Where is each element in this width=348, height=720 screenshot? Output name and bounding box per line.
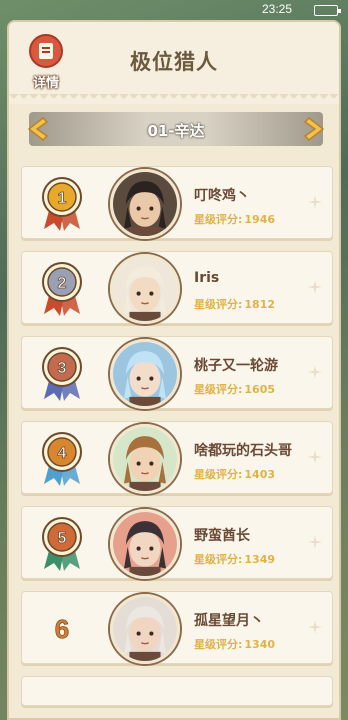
player-name: 叮咚鸡丶 [194,188,250,204]
sparkle-icon [308,450,322,464]
score-value: 1605 [244,383,276,396]
rank-medal-icon: 6 [36,600,88,658]
rank-number: 5 [58,530,67,547]
score-label: 星级评分: [194,468,243,481]
rank-medal-icon: 1 [36,175,88,233]
rank-medal-icon: 3 [36,345,88,403]
rank-number: 4 [58,445,67,462]
star-score: 星级评分: 1605 [194,381,275,397]
avatar[interactable] [110,339,180,409]
page-title: 极位猎人 [130,50,218,74]
star-score: 星级评分: 1403 [194,466,275,482]
avatar[interactable] [110,254,180,324]
star-score: 星级评分: 1946 [194,211,275,227]
avatar[interactable] [110,509,180,579]
region-selector: 01-辛达 [27,112,325,146]
ranking-row[interactable] [21,676,333,706]
player-name: 孤星望月丶 [194,613,264,629]
status-bar: 23:25 [0,0,348,20]
sparkle-icon [308,280,322,294]
rank-number: 2 [58,275,67,292]
score-value: 1340 [244,638,276,651]
ranking-row[interactable]: 2 Iris 星级评分: 1812 [21,251,333,324]
avatar[interactable] [110,169,180,239]
sparkle-icon [308,620,322,634]
score-label: 星级评分: [194,213,243,226]
ranking-row[interactable]: 5 野蛮酋长 星级评分: 1349 [21,506,333,579]
avatar[interactable] [110,424,180,494]
star-score: 星级评分: 1349 [194,551,275,567]
star-score: 星级评分: 1812 [194,296,275,312]
ranking-panel: 详情 极位猎人 01-辛达 1 叮咚鸡丶 星级评分: 1946 2 Iris 星… [7,20,341,720]
sparkle-icon [308,535,322,549]
score-value: 1403 [244,468,276,481]
ranking-row[interactable]: 6 孤星望月丶 星级评分: 1340 [21,591,333,664]
rank-medal-icon: 5 [36,515,88,573]
score-value: 1812 [244,298,276,311]
ranking-row[interactable]: 3 桃子又一轮游 星级评分: 1605 [21,336,333,409]
rank-number: 3 [58,360,67,377]
region-label: 01-辛达 [147,122,205,140]
player-name: 桃子又一轮游 [194,358,278,374]
rank-number: 1 [58,190,67,207]
battery-icon [314,5,341,16]
player-name: Iris [194,270,220,286]
sparkle-icon [308,365,322,379]
score-label: 星级评分: [194,383,243,396]
score-label: 星级评分: [194,553,243,566]
score-label: 星级评分: [194,298,243,311]
rank-medal-icon: 2 [36,260,88,318]
ranking-list: 1 叮咚鸡丶 星级评分: 1946 2 Iris 星级评分: 1812 3 桃子… [21,166,333,718]
rank-number: 6 [55,614,69,644]
ranking-row[interactable]: 4 啥都玩的石头哥 星级评分: 1403 [21,421,333,494]
score-label: 星级评分: [194,638,243,651]
rank-medal-icon: 4 [36,430,88,488]
panel-header: 详情 极位猎人 [9,22,339,104]
next-arrow-button[interactable] [301,116,327,142]
player-name: 啥都玩的石头哥 [194,443,292,459]
status-time: 23:25 [261,2,292,16]
avatar[interactable] [110,594,180,664]
star-score: 星级评分: 1340 [194,636,275,652]
chevron-right-icon [303,116,325,142]
player-name: 野蛮酋长 [194,528,250,544]
score-value: 1946 [244,213,276,226]
ranking-row[interactable]: 1 叮咚鸡丶 星级评分: 1946 [21,166,333,239]
sparkle-icon [308,195,322,209]
score-value: 1349 [244,553,276,566]
